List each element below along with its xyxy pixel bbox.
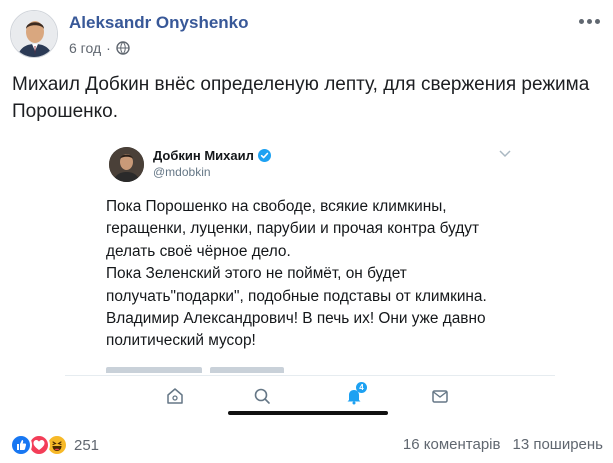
cutoff-text-fragment: [106, 367, 202, 373]
post-header: Aleksandr Onyshenko 6 год ·: [10, 10, 603, 60]
chevron-down-icon: [499, 150, 511, 158]
tweet-timestamp-cutoff: [106, 367, 526, 373]
tweet-line: делать своё чёрное дело.: [106, 242, 291, 260]
globe-icon[interactable]: [116, 41, 130, 55]
reactions-summary[interactable]: 251: [10, 434, 99, 456]
messages-icon[interactable]: [430, 386, 450, 406]
tweet-line: получать"подарки", подобные подставы от …: [106, 287, 487, 305]
reaction-count: 251: [74, 436, 100, 454]
shares-count-link[interactable]: 13 поширень: [512, 436, 603, 453]
verified-badge-icon: [257, 149, 271, 162]
post-timestamp[interactable]: 6 год: [69, 40, 101, 56]
tweet-line: Пока Зеленский этого не поймёт, он будет: [106, 265, 407, 283]
tweet-line: геращенки, луценки, парубии и прочая кон…: [106, 220, 480, 238]
tweet-handle: @mdobkin: [153, 165, 211, 179]
search-icon[interactable]: [252, 386, 272, 406]
home-indicator-bar: [228, 411, 388, 415]
tweet-screenshot[interactable]: Добкин Михаил @mdobkin Пока Порошенко на…: [65, 125, 555, 420]
tweet-avatar: [109, 147, 144, 182]
tweet-line: Пока Порошенко на свободе, всякие климки…: [106, 198, 447, 215]
notifications-icon[interactable]: 4: [344, 382, 367, 406]
post-footer: 251 16 коментарів 13 поширень: [10, 434, 603, 456]
more-dots-icon[interactable]: [579, 14, 603, 28]
author-name-link[interactable]: Aleksandr Onyshenko: [69, 13, 249, 33]
author-avatar-image: [11, 11, 57, 57]
like-icon: [10, 434, 32, 456]
post-text: Михаил Добкин внёс определеную лепту, дл…: [12, 74, 590, 122]
cutoff-text-fragment: [210, 367, 284, 373]
tweet-line: Владимир Александрович! В печь их! Они у…: [106, 310, 486, 328]
dot-1: [579, 18, 584, 24]
tweet-author-name: Добкин Михаил: [153, 148, 271, 163]
dot-2: [587, 18, 592, 24]
home-icon[interactable]: [165, 386, 185, 406]
tweet-body: Пока Порошенко на свободе, всякие климки…: [106, 196, 526, 353]
tweet-line: политический мусор!: [106, 332, 256, 350]
dot-3: [595, 18, 600, 24]
comments-count-link[interactable]: 16 коментарів: [403, 436, 501, 453]
notification-count-badge: 4: [356, 382, 367, 393]
author-avatar[interactable]: [10, 10, 58, 58]
post-meta: 6 год ·: [69, 40, 130, 56]
meta-separator: ·: [106, 40, 111, 56]
post-stats: 16 коментарів 13 поширень: [403, 436, 603, 453]
tweet-name-text: Добкин Михаил: [153, 148, 254, 163]
